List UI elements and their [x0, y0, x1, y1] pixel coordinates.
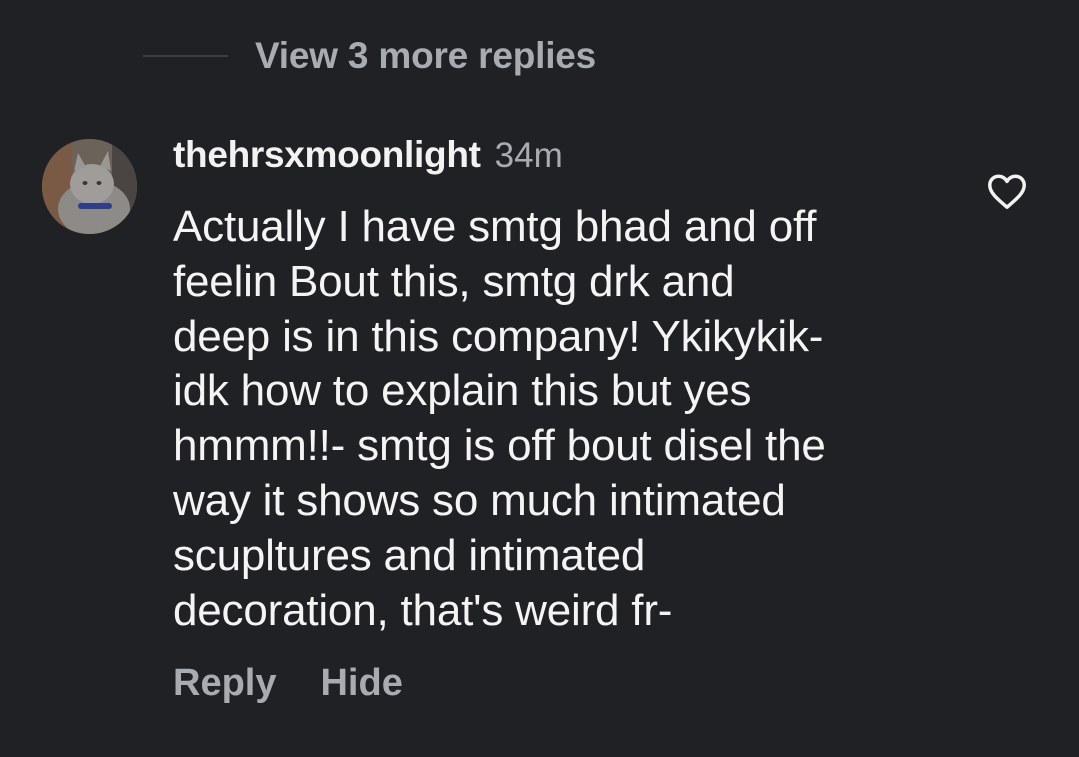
view-more-replies-link[interactable]: View 3 more replies — [255, 35, 596, 77]
like-button[interactable] — [985, 170, 1029, 214]
avatar[interactable] — [42, 139, 137, 234]
comment-actions: Reply Hide — [173, 662, 953, 705]
comment-meta: thehrsxmoonlight 34m — [173, 134, 953, 184]
comment-text-line: decoration, that's weird fr- — [173, 585, 673, 635]
comment-text-line: scupltures and intimated — [173, 530, 646, 580]
timestamp: 34m — [494, 136, 563, 175]
view-more-replies-row[interactable]: View 3 more replies — [143, 30, 596, 82]
replies-divider-line — [143, 55, 228, 57]
comment-text: Actually I have smtg bhad and off feelin… — [173, 200, 953, 638]
heart-outline-icon — [988, 174, 1026, 209]
comment-text-line: way it shows so much intimated — [173, 475, 786, 525]
comment-text-line: deep is in this company! Ykikykik- — [173, 311, 824, 361]
comment-text-line: feelin Bout this, smtg drk and — [173, 256, 735, 306]
cat-avatar-icon — [42, 139, 137, 234]
comment-text-line: hmmm!!- smtg is off bout disel the — [173, 421, 826, 471]
reply-button[interactable]: Reply — [173, 662, 276, 705]
username[interactable]: thehrsxmoonlight — [173, 134, 481, 176]
comment-text-line: Actually I have smtg bhad and off — [173, 202, 817, 251]
comment-text-line: idk how to explain this but yes — [173, 366, 752, 416]
comment: thehrsxmoonlight 34m Actually I have smt… — [173, 134, 953, 705]
hide-button[interactable]: Hide — [320, 662, 402, 705]
